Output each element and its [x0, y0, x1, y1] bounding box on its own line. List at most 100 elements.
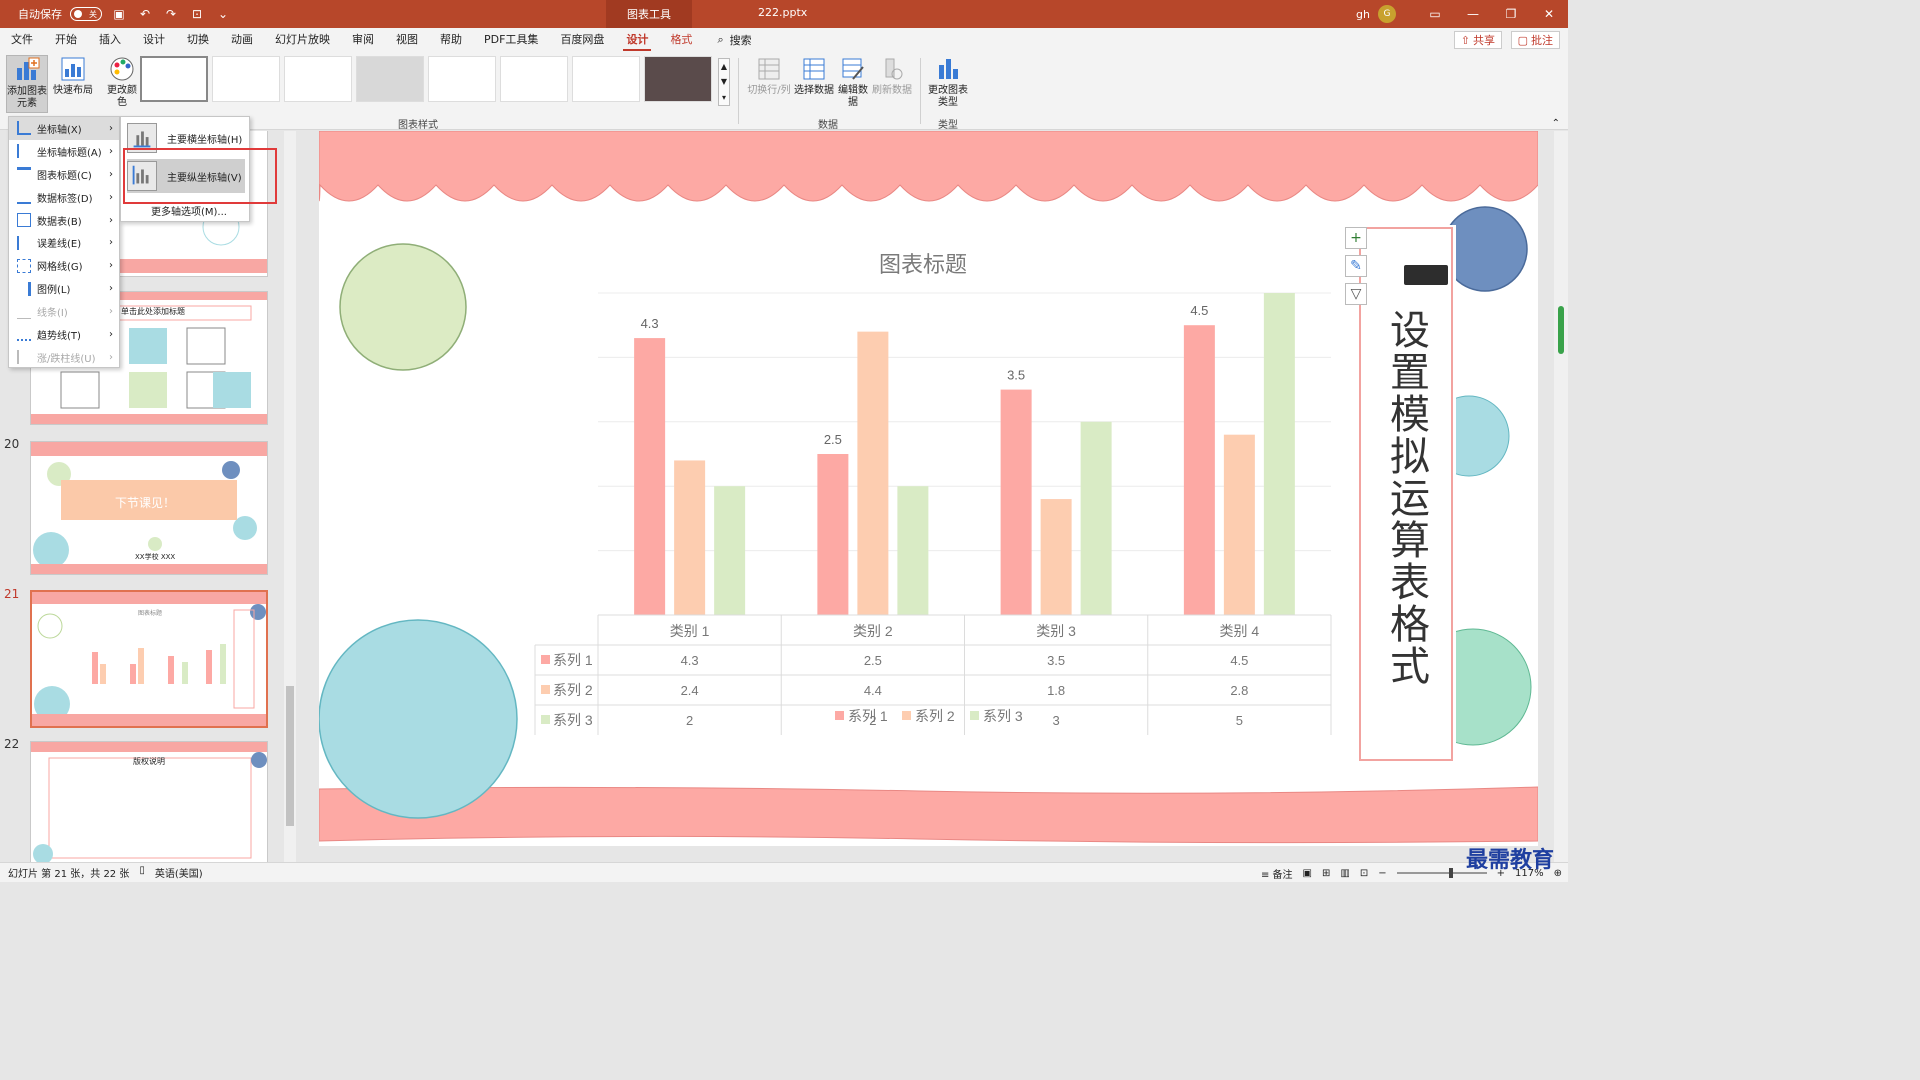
redo-icon[interactable]: ↷: [162, 5, 180, 23]
user-name[interactable]: gh: [1356, 8, 1370, 21]
present-icon[interactable]: ⊡: [188, 5, 206, 23]
chart-style-8[interactable]: [644, 56, 712, 102]
tab-transitions[interactable]: 切换: [176, 28, 220, 52]
slide-thumbnail-22[interactable]: 版权说明: [30, 741, 268, 862]
bar[interactable]: [1040, 499, 1072, 615]
more-axis-options-item[interactable]: 更多轴选项(M)...: [151, 203, 227, 218]
ime-toolbar-icon[interactable]: [1404, 265, 1448, 285]
bar[interactable]: [1000, 389, 1032, 615]
chart-title[interactable]: 图表标题: [879, 247, 967, 279]
avatar[interactable]: G: [1378, 5, 1396, 23]
menu-item-error-bars[interactable]: 误差线(E) ›: [9, 231, 119, 254]
customize-qat-icon[interactable]: ⌄: [214, 5, 232, 23]
thumbnail-scrollbar[interactable]: [284, 131, 296, 862]
change-chart-type-label: 更改图表类型: [928, 85, 968, 108]
autosave-toggle[interactable]: 关: [70, 7, 102, 21]
slide-sorter-icon[interactable]: ⊞: [1322, 868, 1330, 879]
chart-style-6[interactable]: [500, 56, 568, 102]
tab-pdf-tools[interactable]: PDF工具集: [473, 28, 549, 52]
minimize-icon[interactable]: —: [1454, 0, 1492, 28]
select-data-button[interactable]: 选择数据: [794, 55, 834, 97]
bar[interactable]: [897, 486, 929, 615]
add-chart-element-button[interactable]: 添加图表元素: [6, 55, 48, 113]
bar[interactable]: [857, 331, 889, 615]
chart-styles-brush-icon[interactable]: ✎: [1345, 255, 1367, 277]
menu-item-axes[interactable]: 坐标轴(X) ›: [9, 117, 119, 140]
ribbon-display-icon[interactable]: ▭: [1416, 0, 1454, 28]
comment-button[interactable]: ▢ 批注: [1510, 31, 1560, 49]
slide-thumbnail-21[interactable]: 图表标题: [30, 590, 268, 728]
menu-item-data-labels[interactable]: 数据标签(D) ›: [9, 186, 119, 209]
slide-scroll-thumb[interactable]: [1558, 306, 1564, 354]
tab-help[interactable]: 帮助: [429, 28, 473, 52]
tab-chart-design[interactable]: 设计: [615, 28, 659, 52]
gallery-expand-icon[interactable]: ▾: [722, 93, 726, 102]
chart-style-5[interactable]: [428, 56, 496, 102]
bar[interactable]: [1223, 434, 1255, 615]
menu-item-trendline[interactable]: 趋势线(T) ›: [9, 323, 119, 346]
menu-item-legend[interactable]: 图例(L) ›: [9, 277, 119, 300]
share-button[interactable]: ⇧ 共享: [1453, 31, 1502, 49]
slide-scrollbar[interactable]: [1554, 131, 1568, 862]
reading-view-icon[interactable]: ▥: [1340, 868, 1349, 879]
menu-item-chart-title[interactable]: 图表标题(C) ›: [9, 163, 119, 186]
spellcheck-icon[interactable]: ▯: [139, 865, 145, 880]
chart-elements-plus-icon[interactable]: +: [1345, 227, 1367, 249]
fit-slide-icon[interactable]: ⊕: [1554, 868, 1562, 879]
slideshow-icon[interactable]: ⊡: [1360, 868, 1368, 879]
tab-view[interactable]: 视图: [385, 28, 429, 52]
refresh-data-button[interactable]: 刷新数据: [872, 55, 912, 97]
bar[interactable]: [674, 460, 706, 615]
menu-item-lines[interactable]: 线条(I) ›: [9, 300, 119, 323]
close-icon[interactable]: ✕: [1530, 0, 1568, 28]
menu-item-gridlines[interactable]: 网格线(G) ›: [9, 254, 119, 277]
menu-item-data-table[interactable]: 数据表(B) ›: [9, 209, 119, 232]
group-divider: [738, 58, 739, 124]
normal-view-icon[interactable]: ▣: [1303, 868, 1312, 879]
tab-insert[interactable]: 插入: [88, 28, 132, 52]
language-indicator[interactable]: 英语(美国): [155, 865, 203, 880]
zoom-out-icon[interactable]: −: [1378, 868, 1386, 879]
chart-style-2[interactable]: [212, 56, 280, 102]
chart-style-3[interactable]: [284, 56, 352, 102]
bar[interactable]: [634, 338, 666, 615]
tab-baidu-netdisk[interactable]: 百度网盘: [549, 28, 615, 52]
edit-data-button[interactable]: 编辑数据: [836, 55, 870, 109]
chart-style-7[interactable]: [572, 56, 640, 102]
slide-thumbnail-20[interactable]: 下节课见！ XX学校 XXX: [30, 441, 268, 575]
tab-home[interactable]: 开始: [44, 28, 88, 52]
menu-item-axis-titles[interactable]: 坐标轴标题(A) ›: [9, 140, 119, 163]
gallery-scroll[interactable]: ▲ ▼ ▾: [718, 58, 730, 106]
chevron-down-icon[interactable]: ▼: [721, 77, 727, 86]
tab-animations[interactable]: 动画: [220, 28, 264, 52]
quick-layout-button[interactable]: 快速布局: [52, 55, 94, 97]
bar[interactable]: [1080, 421, 1112, 615]
tab-review[interactable]: 审阅: [341, 28, 385, 52]
chart-style-4[interactable]: [356, 56, 424, 102]
thumbnail-scroll-thumb[interactable]: [286, 686, 294, 826]
bar[interactable]: [1183, 325, 1215, 615]
chevron-up-icon[interactable]: ▲: [721, 62, 727, 71]
save-icon[interactable]: ▣: [110, 5, 128, 23]
search-box[interactable]: ⌕ 搜索: [717, 32, 751, 48]
vertical-title-box[interactable]: 设置模拟运算表格式: [1359, 227, 1453, 761]
tab-file[interactable]: 文件: [0, 28, 44, 52]
tab-slideshow[interactable]: 幻灯片放映: [264, 28, 341, 52]
bar[interactable]: [1263, 293, 1295, 615]
document-title: 222.pptx: [758, 6, 808, 19]
tab-chart-format[interactable]: 格式: [659, 28, 703, 52]
bar[interactable]: [817, 454, 849, 615]
legend-key: [902, 711, 911, 720]
notes-button[interactable]: ≡ 备注: [1261, 866, 1293, 881]
change-chart-type-button[interactable]: 更改图表类型: [926, 55, 970, 109]
switch-row-column-button[interactable]: 切换行/列: [746, 55, 792, 97]
chart-filter-icon[interactable]: ▽: [1345, 283, 1367, 305]
tab-design[interactable]: 设计: [132, 28, 176, 52]
change-color-button[interactable]: 更改颜色: [104, 55, 140, 109]
menu-item-up-down-bars[interactable]: 涨/跌柱线(U) ›: [9, 346, 119, 369]
collapse-ribbon-icon[interactable]: ⌃: [1552, 118, 1560, 129]
undo-icon[interactable]: ↶: [136, 5, 154, 23]
bar[interactable]: [714, 486, 746, 615]
chart-style-1[interactable]: [140, 56, 208, 102]
restore-icon[interactable]: ❐: [1492, 0, 1530, 28]
